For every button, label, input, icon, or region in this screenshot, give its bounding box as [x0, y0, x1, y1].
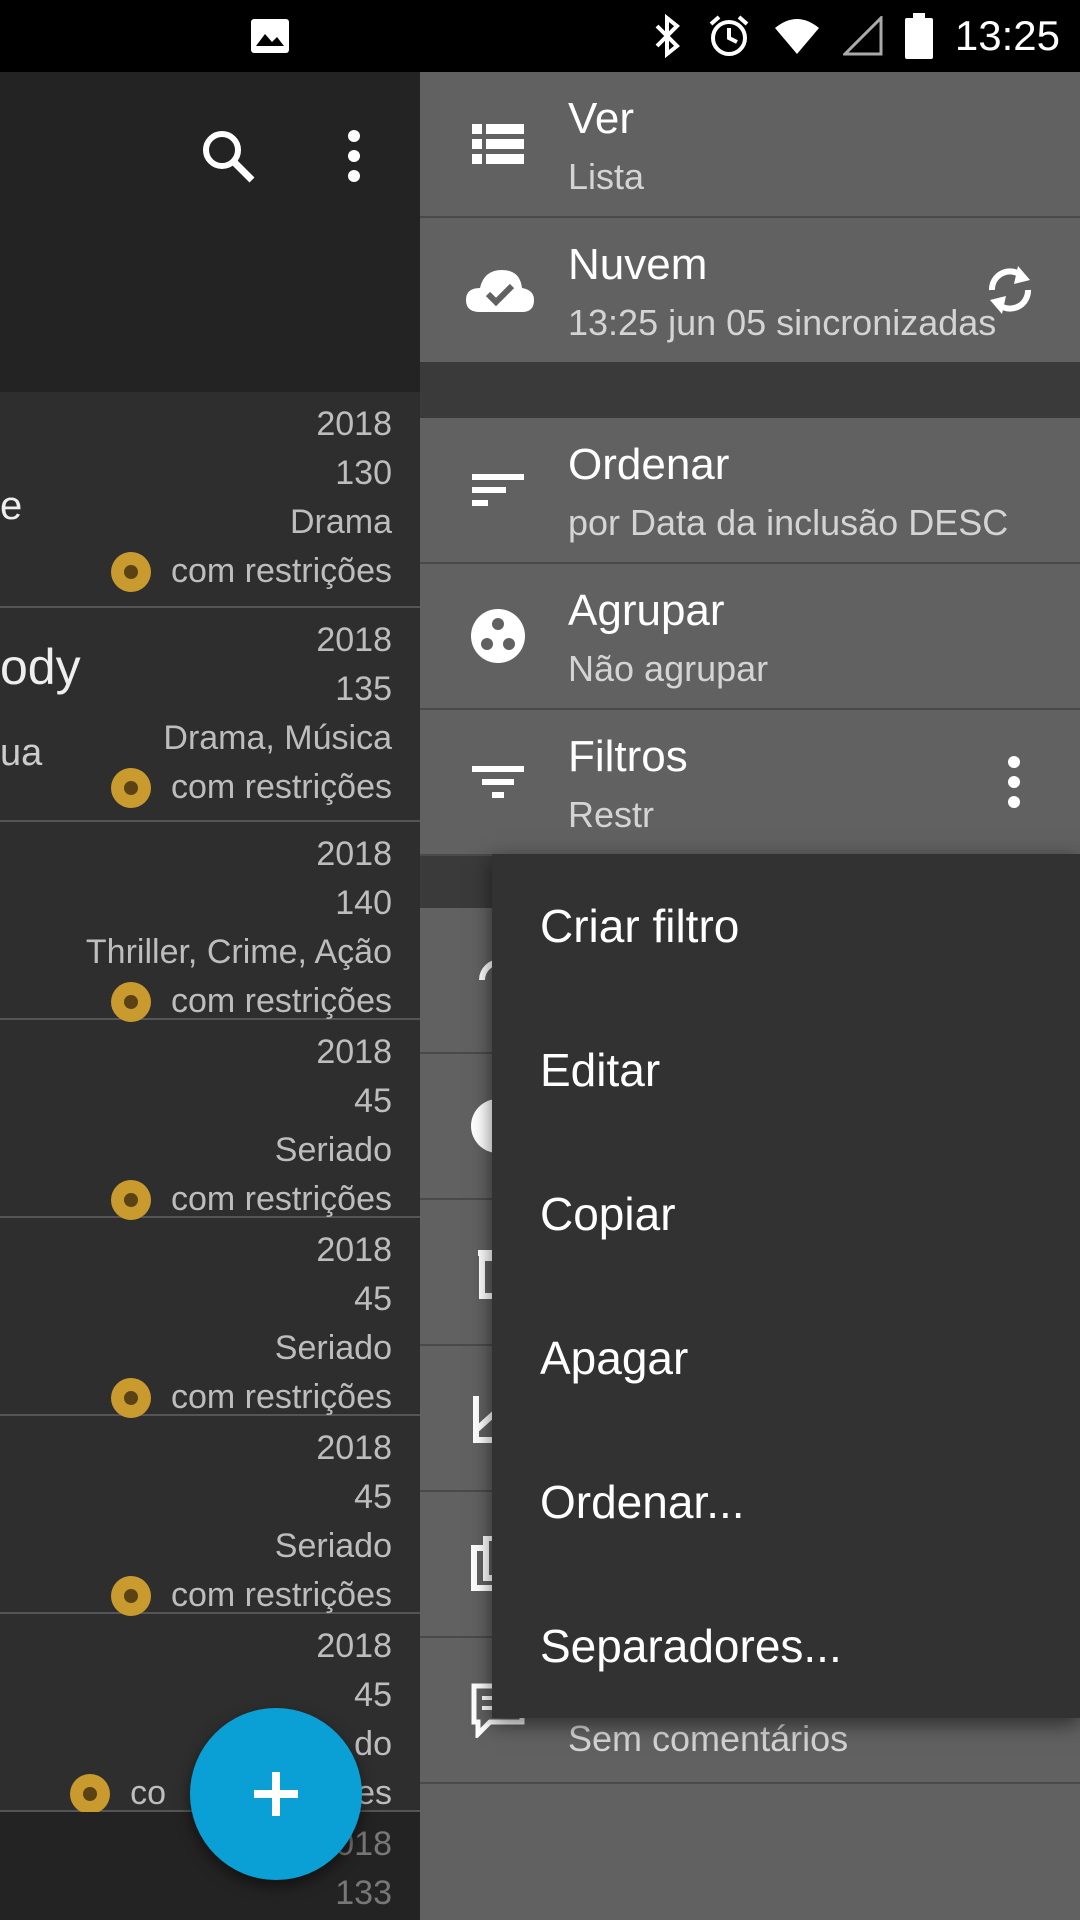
list-item-duration: 135 [335, 670, 392, 708]
disc-icon [110, 1179, 151, 1220]
list-item-rating: com restrições [170, 1378, 392, 1416]
list-item-rating-prefix: co [130, 1774, 167, 1812]
drawer-item-title: Agrupar [568, 586, 725, 635]
list-item-duration: 45 [354, 1280, 392, 1318]
list-item-title: ody [0, 639, 81, 695]
list-item-year: 2018 [316, 1627, 392, 1665]
disc-icon [110, 767, 151, 808]
menu-item-edit[interactable]: Editar [492, 998, 1080, 1142]
alarm-icon [709, 15, 749, 56]
list-item-subtitle: ua [0, 732, 43, 774]
more-vert-icon[interactable] [322, 124, 386, 188]
list-item[interactable]: e 2018 130 Drama com restrições [0, 392, 420, 608]
drawer-item-subtitle: Não agrupar [568, 648, 769, 689]
sync-icon[interactable] [980, 260, 1040, 320]
list-item-year: 2018 [316, 405, 392, 443]
status-bar: 13:25 [0, 0, 1080, 72]
list-item-genre: Drama, Música [163, 719, 392, 757]
drawer-item-subtitle: Lista [568, 156, 645, 197]
list-item-duration: 45 [354, 1676, 392, 1714]
list-item[interactable]: 2018 45 Seriado com restrições [0, 1416, 420, 1616]
drawer-item-group[interactable]: Agrupar Não agrupar [420, 564, 1080, 710]
list-item-genre: Drama [289, 503, 392, 541]
search-icon[interactable] [196, 124, 260, 188]
movie-list: e 2018 130 Drama com restrições ody ua 2… [0, 392, 420, 1920]
list-item-rating: com restrições [170, 768, 392, 806]
list-item-year: 2018 [316, 835, 392, 873]
list-item-year: 2018 [316, 1429, 392, 1467]
drawer-item-sort[interactable]: Ordenar por Data da inclusão DESC [420, 418, 1080, 564]
filter-popup-menu: Criar filtro Editar Copiar Apagar Ordena… [492, 854, 1080, 1718]
group-icon [471, 609, 525, 663]
list-item-title: e [0, 484, 23, 528]
bluetooth-icon [655, 14, 680, 58]
drawer-item-cloud[interactable]: Nuvem 13:25 jun 05 sincronizadas [420, 218, 1080, 364]
list-item-genre: Seriado [274, 1329, 392, 1367]
drawer-item-title: Ordenar [568, 440, 730, 489]
drawer-divider [420, 362, 1080, 418]
list-item-rating: com restrições [170, 1180, 392, 1218]
list-item[interactable]: ody ua 2018 135 Drama, Música com restri… [0, 608, 420, 822]
more-vert-icon[interactable] [986, 754, 1042, 810]
drawer-item-subtitle: Sem comentários [568, 1718, 849, 1759]
list-item[interactable]: 2018 45 Seriado com restrições [0, 1020, 420, 1220]
list-item[interactable]: 2018 45 Seriado com restrições [0, 1218, 420, 1418]
image-icon [251, 19, 289, 53]
drawer-item-subtitle: por Data da inclusão DESC [568, 502, 1009, 543]
list-item-rating: com restrições [170, 552, 392, 590]
list-item-duration: 133 [335, 1874, 392, 1912]
drawer-item-filters[interactable]: Filtros Restr [420, 710, 1080, 856]
disc-icon [110, 1575, 151, 1616]
signal-icon [842, 16, 883, 56]
cloud-done-icon [466, 270, 534, 312]
disc-icon [110, 551, 151, 592]
battery-icon [904, 13, 933, 59]
list-item-genre: Thriller, Crime, Ação [85, 933, 392, 971]
disc-icon [70, 1773, 111, 1814]
drawer-item-title: Ver [568, 94, 635, 143]
drawer-item-subtitle: 13:25 jun 05 sincronizadas [568, 302, 997, 343]
list-view-icon [472, 124, 524, 164]
drawer-item-subtitle: Restr [568, 794, 655, 835]
list-item-rating: com restrições [170, 982, 392, 1020]
menu-item-copy[interactable]: Copiar [492, 1142, 1080, 1286]
add-fab-button[interactable] [190, 1708, 362, 1880]
disc-icon [110, 981, 151, 1022]
menu-item-separators[interactable]: Separadores... [492, 1574, 1080, 1718]
list-item-genre: Seriado [274, 1527, 392, 1565]
menu-item-sort[interactable]: Ordenar... [492, 1430, 1080, 1574]
drawer-item-title: Filtros [568, 732, 688, 781]
disc-icon [110, 1377, 151, 1418]
filter-icon [472, 766, 524, 798]
list-item-genre: Seriado [274, 1131, 392, 1169]
wifi-icon [774, 19, 819, 54]
status-time: 13:25 [954, 12, 1060, 59]
list-item-duration: 140 [335, 884, 392, 922]
list-item-duration: 45 [354, 1478, 392, 1516]
drawer-item-view[interactable]: Ver Lista [420, 72, 1080, 218]
sort-icon [472, 474, 524, 506]
list-item-year: 2018 [316, 1033, 392, 1071]
list-item-duration: 130 [335, 454, 392, 492]
list-item[interactable]: 2018 140 Thriller, Crime, Ação com restr… [0, 822, 420, 1022]
list-item-rating: com restrições [170, 1576, 392, 1614]
list-item-duration: 45 [354, 1082, 392, 1120]
drawer-item-title: Nuvem [568, 240, 708, 289]
app-toolbar [0, 72, 420, 392]
menu-item-create-filter[interactable]: Criar filtro [492, 854, 1080, 998]
menu-item-delete[interactable]: Apagar [492, 1286, 1080, 1430]
list-item-year: 2018 [316, 1231, 392, 1269]
list-item-year: 2018 [316, 621, 392, 659]
plus-icon [254, 1772, 298, 1816]
